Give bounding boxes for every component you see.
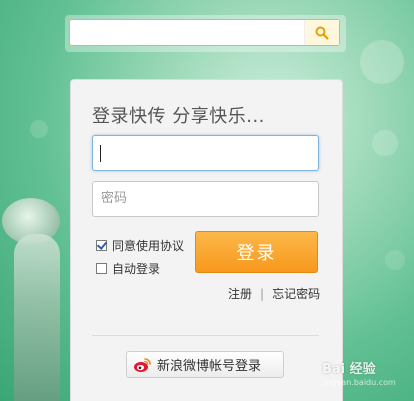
weibo-icon — [134, 357, 151, 372]
search-bar — [65, 15, 346, 52]
plant-stem — [14, 234, 60, 401]
weibo-login-label: 新浪微博帐号登录 — [157, 359, 262, 374]
bokeh-light — [372, 130, 398, 156]
search-button[interactable] — [304, 20, 339, 45]
auto-login-row[interactable]: 自动登录 — [96, 260, 160, 277]
agree-terms-row[interactable]: 同意使用协议 — [96, 237, 184, 254]
link-separator: | — [260, 286, 265, 301]
bokeh-light — [385, 250, 405, 270]
forgot-password-link[interactable]: 忘记密码 — [272, 285, 320, 302]
password-field[interactable]: 密码 — [92, 181, 319, 217]
search-box — [69, 19, 340, 46]
agree-terms-checkbox[interactable] — [96, 240, 107, 251]
watermark-url: jingyan.baidu.com — [322, 378, 396, 387]
baidu-jingyan-watermark: Bai 经验 — [322, 362, 376, 377]
search-icon — [315, 26, 329, 40]
bokeh-light — [360, 40, 404, 84]
weibo-login-button[interactable]: 新浪微博帐号登录 — [126, 351, 284, 378]
login-button[interactable]: 登录 — [195, 231, 318, 273]
background-plant — [0, 190, 80, 401]
auto-login-label: 自动登录 — [112, 262, 161, 276]
agree-terms-label: 同意使用协议 — [112, 239, 185, 253]
auto-login-checkbox[interactable] — [96, 263, 107, 274]
search-input[interactable] — [70, 20, 304, 45]
text-caret — [100, 145, 101, 162]
username-field[interactable] — [92, 135, 319, 171]
login-panel: 登录快传 分享快乐... 密码 同意使用协议 自动登录 登录 注册 | 忘记密码… — [70, 79, 343, 401]
register-link[interactable]: 注册 — [228, 285, 252, 302]
account-links: 注册 | 忘记密码 — [228, 285, 320, 302]
divider — [92, 335, 319, 336]
panel-title: 登录快传 分享快乐... — [92, 106, 265, 127]
bokeh-light — [30, 120, 48, 138]
